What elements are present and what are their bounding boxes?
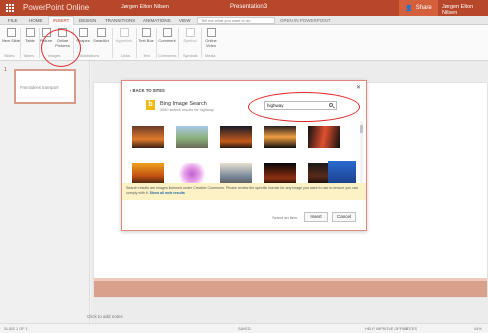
tab-design[interactable]: DESIGN bbox=[75, 17, 100, 24]
selection-status: Select an item bbox=[272, 215, 298, 220]
insert-button[interactable]: Insert bbox=[304, 212, 328, 222]
result-image-1[interactable] bbox=[132, 126, 164, 148]
result-image-7[interactable] bbox=[176, 163, 208, 185]
tab-animations[interactable]: ANIMATIONS bbox=[139, 17, 175, 24]
online-video-button[interactable]: Online Video bbox=[202, 28, 220, 48]
symbol-button[interactable]: Symbol bbox=[181, 28, 199, 44]
slide-footer-band bbox=[94, 281, 487, 297]
hyperlink-button[interactable]: Hyperlink bbox=[115, 28, 133, 44]
comment-icon bbox=[162, 28, 172, 37]
group-label-comments: Comments bbox=[158, 54, 177, 58]
result-image-8[interactable] bbox=[220, 163, 252, 185]
group-label-text: Text bbox=[143, 54, 150, 58]
bing-logo-icon: b bbox=[146, 100, 155, 110]
slide-number: 1 bbox=[4, 67, 7, 73]
author-name: Jørgen Elton Nilsen bbox=[121, 4, 169, 10]
group-label-symbols: Symbols bbox=[183, 54, 198, 58]
title-bar: PowerPoint Online Jørgen Elton Nilsen Pr… bbox=[0, 0, 488, 16]
tell-me-input[interactable]: Tell me what you want to do bbox=[197, 17, 275, 24]
online-video-icon bbox=[206, 28, 216, 37]
image-results-grid bbox=[130, 121, 360, 189]
notes-toggle[interactable]: NOTES bbox=[404, 327, 417, 331]
annotation-circle-search bbox=[248, 92, 360, 122]
result-image-3[interactable] bbox=[220, 126, 252, 148]
group-label-slides: Slides bbox=[4, 54, 15, 58]
shapes-icon bbox=[78, 28, 88, 37]
slide-counter: SLIDE 1 OF 1 bbox=[4, 327, 28, 331]
show-all-web-results-link[interactable]: Show all web results bbox=[150, 191, 185, 195]
notes-placeholder[interactable]: Click to add notes bbox=[87, 314, 123, 319]
share-button[interactable]: 👤 Share bbox=[399, 0, 438, 16]
group-label-links: Links bbox=[121, 54, 130, 58]
group-label-media: Media bbox=[205, 54, 216, 58]
smartart-icon bbox=[96, 28, 106, 37]
document-title[interactable]: Presentation3 bbox=[230, 4, 267, 10]
slide-thumbnail-title: Fremtidens transport bbox=[20, 85, 59, 90]
smartart-button[interactable]: SmartArt bbox=[92, 28, 110, 44]
close-icon[interactable]: ✕ bbox=[356, 84, 361, 91]
save-status: SAVED bbox=[238, 327, 251, 331]
results-scrollbar[interactable] bbox=[360, 121, 363, 189]
tab-view[interactable]: VIEW bbox=[175, 17, 195, 24]
tab-home[interactable]: HOME bbox=[25, 17, 47, 24]
result-image-6[interactable] bbox=[132, 163, 164, 185]
ribbon-tabs: FILE HOME INSERT DESIGN TRANSITIONS ANIM… bbox=[0, 16, 488, 25]
group-label-tables: Tables bbox=[23, 54, 34, 58]
new-slide-button[interactable]: New Slide bbox=[2, 28, 20, 44]
table-icon bbox=[25, 28, 35, 37]
results-summary: 3980 search results for highway bbox=[160, 108, 214, 112]
group-label-illustrations: Illustrations bbox=[80, 54, 100, 58]
tab-file[interactable]: FILE bbox=[4, 17, 22, 24]
textbox-button[interactable]: Text Box bbox=[137, 28, 155, 44]
result-image-9[interactable] bbox=[264, 163, 296, 185]
hyperlink-icon bbox=[119, 28, 129, 37]
cancel-button[interactable]: Cancel bbox=[332, 212, 356, 222]
share-label: Share bbox=[415, 5, 432, 11]
app-name[interactable]: PowerPoint Online bbox=[23, 3, 89, 12]
help-improve-link[interactable]: HELP IMPROVE OFFICE bbox=[365, 327, 408, 331]
zoom-level[interactable]: 44% bbox=[474, 327, 482, 331]
image-source-title: Bing Image Search bbox=[160, 101, 207, 107]
open-in-powerpoint-link[interactable]: OPEN IN POWERPOINT bbox=[280, 18, 331, 23]
slide-thumbnail[interactable]: Fremtidens transport bbox=[14, 69, 76, 104]
new-slide-icon bbox=[6, 28, 16, 37]
tab-transitions[interactable]: TRANSITIONS bbox=[101, 17, 139, 24]
back-to-sites-link[interactable]: ‹ BACK TO SITES bbox=[130, 88, 165, 93]
share-icon: 👤 bbox=[405, 5, 413, 12]
user-name[interactable]: Jørgen Elton Nilsen bbox=[442, 4, 488, 16]
comment-button[interactable]: Comment bbox=[158, 28, 176, 44]
app-launcher-icon[interactable] bbox=[6, 4, 15, 12]
result-image-2[interactable] bbox=[176, 126, 208, 148]
symbol-icon bbox=[185, 28, 195, 37]
results-scrollbar-thumb[interactable] bbox=[360, 125, 363, 133]
annotation-circle-online-pictures bbox=[41, 29, 81, 67]
result-image-5[interactable] bbox=[308, 126, 340, 148]
status-bar: SLIDE 1 OF 1 SAVED HELP IMPROVE OFFICE N… bbox=[0, 323, 488, 333]
slide-thumbnail-panel: 1 Fremtidens transport bbox=[0, 61, 90, 323]
license-notice: Search results are images licensed under… bbox=[122, 183, 366, 200]
textbox-icon bbox=[141, 28, 151, 37]
result-image-4[interactable] bbox=[264, 126, 296, 148]
tab-insert[interactable]: INSERT bbox=[48, 16, 75, 25]
